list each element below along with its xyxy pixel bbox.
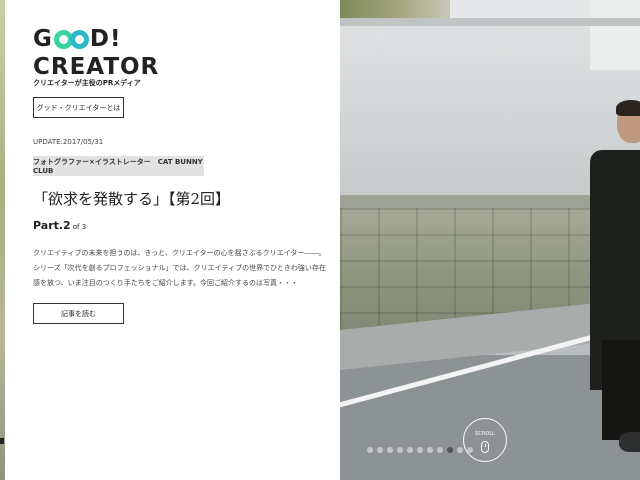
- pagination-dot[interactable]: [387, 447, 393, 453]
- pagination-dot[interactable]: [407, 447, 413, 453]
- logo-line-1: G D!: [33, 26, 159, 52]
- category-badge: フォトグラファー×イラストレーター CAT BUNNY CLUB: [33, 156, 204, 176]
- about-button[interactable]: グッド・クリエイターとは: [33, 97, 124, 118]
- scroll-label: SCROLL: [475, 431, 495, 437]
- pagination-dot[interactable]: [367, 447, 373, 453]
- pagination-dot[interactable]: [377, 447, 383, 453]
- logo-o-icon: [69, 29, 89, 49]
- pagination-dot[interactable]: [467, 447, 473, 453]
- pagination-dot[interactable]: [447, 447, 453, 453]
- article-headline[interactable]: 「欲求を発散する」【第2回】: [33, 188, 230, 209]
- part-total: of 3: [72, 223, 87, 231]
- pagination-dot[interactable]: [417, 447, 423, 453]
- hero-photo: [340, 0, 640, 480]
- tagline: クリエイターが主役のPRメディア: [33, 79, 141, 87]
- slide-pagination: [367, 447, 473, 453]
- logo-letters-d: D!: [89, 26, 122, 52]
- photo-person-hair: [616, 100, 640, 116]
- pagination-dot[interactable]: [427, 447, 433, 453]
- photo-person-shoe: [619, 432, 640, 452]
- read-article-button[interactable]: 記事を読む: [33, 303, 124, 324]
- mouse-icon: [481, 441, 489, 453]
- previous-slide-marker: [0, 438, 4, 444]
- logo-line-2: CREATOR: [33, 54, 160, 80]
- scroll-button[interactable]: SCROLL: [463, 418, 507, 462]
- pagination-dot[interactable]: [457, 447, 463, 453]
- photo-wall-shadow: [340, 18, 640, 26]
- article-excerpt: クリエイティブの未来を担うのは、きっと、クリエイターの心を揺さぶるクリエイター―…: [33, 249, 326, 287]
- good-creator-logo[interactable]: G D! CREATOR: [33, 26, 159, 80]
- pagination-dot[interactable]: [437, 447, 443, 453]
- logo-letter-g: G: [33, 26, 53, 52]
- pagination-dot[interactable]: [397, 447, 403, 453]
- part-indicator: Part.2 of 3: [33, 219, 86, 232]
- photo-person-legs: [602, 340, 640, 440]
- article-panel: G D! CREATOR クリエイターが主役のPRメディア グッド・クリエイター…: [5, 0, 340, 480]
- part-label: Part.2: [33, 219, 71, 232]
- photo-building: [590, 0, 640, 70]
- update-date: UPDATE:2017/05/31: [33, 138, 104, 146]
